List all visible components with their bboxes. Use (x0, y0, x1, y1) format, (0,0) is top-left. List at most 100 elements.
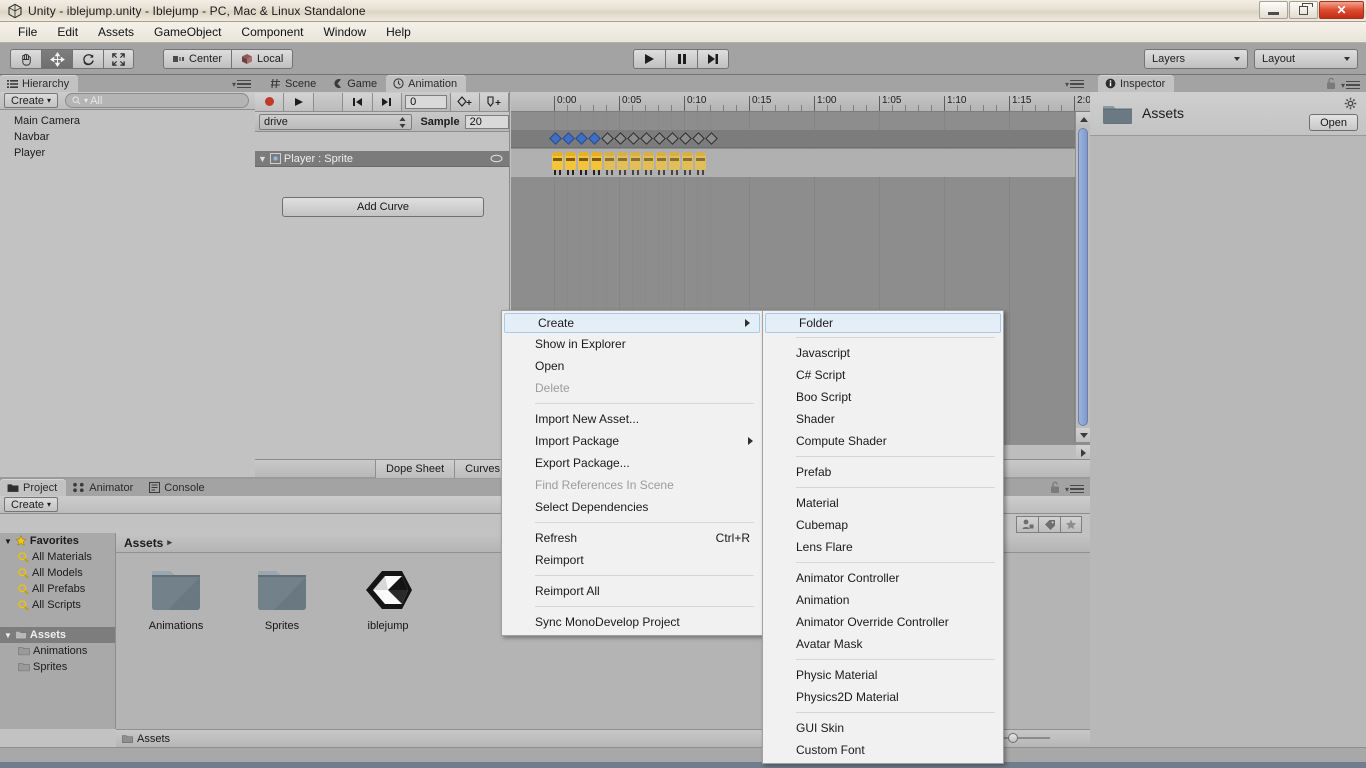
timeline-vertical-scrollbar[interactable] (1075, 112, 1090, 442)
hierarchy-item-main-camera[interactable]: Main Camera (0, 113, 255, 129)
layout-dropdown[interactable]: Layout (1254, 49, 1358, 69)
submenu-item-boo-script[interactable]: Boo Script (763, 386, 1003, 408)
menu-edit[interactable]: Edit (47, 23, 88, 41)
hierarchy-item-player[interactable]: Player (0, 145, 255, 161)
submenu-item-folder[interactable]: Folder (765, 313, 1001, 333)
submenu-item-animator-override-controller[interactable]: Animator Override Controller (763, 611, 1003, 633)
favorite-all-models[interactable]: All Models (0, 565, 115, 581)
submenu-item-avatar-mask[interactable]: Avatar Mask (763, 633, 1003, 655)
prev-keyframe-button[interactable] (343, 93, 372, 111)
hierarchy-create-button[interactable]: Create ▾ (4, 93, 58, 108)
favorites-group-header[interactable]: ▼ Favorites (0, 533, 115, 549)
project-create-button[interactable]: Create ▾ (4, 497, 58, 512)
tab-inspector[interactable]: Inspector (1098, 75, 1174, 92)
breadcrumb-label[interactable]: Assets (124, 536, 163, 550)
hand-tool-button[interactable] (10, 49, 41, 69)
submenu-item-animator-controller[interactable]: Animator Controller (763, 567, 1003, 589)
inspector-lock-toggle[interactable] (1326, 77, 1336, 93)
tab-hierarchy[interactable]: Hierarchy (0, 75, 78, 92)
next-keyframe-button[interactable] (373, 93, 402, 111)
scrollbar-thumb[interactable] (1078, 128, 1088, 426)
menu-help[interactable]: Help (376, 23, 421, 41)
close-button[interactable]: ✕ (1319, 1, 1364, 19)
submenu-item-lens-flare[interactable]: Lens Flare (763, 536, 1003, 558)
move-tool-button[interactable] (41, 49, 72, 69)
eye-icon[interactable] (490, 154, 503, 163)
menu-assets[interactable]: Assets (88, 23, 144, 41)
scroll-down-arrow[interactable] (1076, 428, 1090, 442)
asset-item-sprites[interactable]: Sprites (246, 567, 318, 729)
hierarchy-search-input[interactable]: ▾ All (65, 93, 249, 108)
scroll-up-arrow[interactable] (1076, 112, 1090, 126)
inspector-gear-button[interactable] (1344, 97, 1357, 113)
context-item-reimport[interactable]: Reimport (502, 549, 762, 571)
tab-game[interactable]: Game (325, 75, 386, 92)
animation-panel-menu[interactable]: ▾ (1065, 77, 1084, 91)
submenu-item-material[interactable]: Material (763, 492, 1003, 514)
project-lock-toggle[interactable] (1050, 481, 1060, 497)
context-item-select-dependencies[interactable]: Select Dependencies (502, 496, 762, 518)
rotate-tool-button[interactable] (72, 49, 103, 69)
play-button[interactable] (633, 49, 665, 69)
sprite-keyframe-row[interactable] (511, 149, 1090, 177)
submenu-item-cubemap[interactable]: Cubemap (763, 514, 1003, 536)
context-item-sync-monodevelop[interactable]: Sync MonoDevelop Project (502, 611, 762, 633)
slider-knob[interactable] (1008, 733, 1018, 743)
submenu-item-physic-material[interactable]: Physic Material (763, 664, 1003, 686)
animation-clip-selector[interactable]: drive (259, 114, 412, 130)
space-button[interactable]: Local (231, 49, 293, 69)
minimize-button[interactable] (1259, 1, 1288, 19)
submenu-item-animation[interactable]: Animation (763, 589, 1003, 611)
timeline-ruler[interactable]: 0:00 0:05 0:10 0:15 1:00 1:05 1:10 1:15 … (511, 92, 1090, 112)
step-button[interactable] (697, 49, 729, 69)
favorite-all-materials[interactable]: All Materials (0, 549, 115, 565)
submenu-item-prefab[interactable]: Prefab (763, 461, 1003, 483)
tab-animation[interactable]: Animation (386, 75, 466, 92)
record-button[interactable] (255, 93, 284, 111)
context-item-create[interactable]: Create (504, 313, 760, 333)
project-tree-sprites[interactable]: Sprites (0, 659, 115, 675)
inspector-panel-menu[interactable]: ▾ (1341, 78, 1360, 92)
context-item-show-in-explorer[interactable]: Show in Explorer (502, 333, 762, 355)
menu-gameobject[interactable]: GameObject (144, 23, 231, 41)
submenu-item-javascript[interactable]: Javascript (763, 342, 1003, 364)
hierarchy-panel-menu[interactable]: ▾ (232, 77, 251, 91)
context-item-import-new-asset[interactable]: Import New Asset... (502, 408, 762, 430)
add-keyframe-button[interactable] (450, 93, 480, 111)
tab-scene[interactable]: Scene (263, 75, 325, 92)
scale-tool-button[interactable] (103, 49, 134, 69)
add-event-button[interactable] (480, 93, 509, 111)
menu-window[interactable]: Window (313, 23, 376, 41)
tab-project[interactable]: Project (0, 479, 66, 496)
context-item-export-package[interactable]: Export Package... (502, 452, 762, 474)
filter-by-type-button[interactable] (1016, 516, 1038, 533)
sample-rate-input[interactable]: 20 (465, 115, 509, 129)
submenu-item-gui-skin[interactable]: GUI Skin (763, 717, 1003, 739)
submenu-item-csharp-script[interactable]: C# Script (763, 364, 1003, 386)
tab-console[interactable]: Console (142, 479, 213, 496)
favorite-star-button[interactable] (1060, 516, 1082, 533)
submenu-item-custom-font[interactable]: Custom Font (763, 739, 1003, 761)
asset-item-iblejump[interactable]: iblejump (352, 567, 424, 729)
tab-dope-sheet[interactable]: Dope Sheet (375, 460, 454, 478)
context-item-open[interactable]: Open (502, 355, 762, 377)
submenu-item-shader[interactable]: Shader (763, 408, 1003, 430)
context-item-reimport-all[interactable]: Reimport All (502, 580, 762, 602)
keyframe-summary-row[interactable] (511, 130, 1090, 148)
favorite-all-prefabs[interactable]: All Prefabs (0, 581, 115, 597)
add-curve-button[interactable]: Add Curve (282, 197, 484, 217)
scroll-right-arrow[interactable] (1076, 445, 1090, 460)
hierarchy-item-navbar[interactable]: Navbar (0, 129, 255, 145)
favorite-all-scripts[interactable]: All Scripts (0, 597, 115, 613)
animation-play-button[interactable] (284, 93, 313, 111)
animation-property-row[interactable]: ▼ Player : Sprite (255, 151, 509, 167)
pivot-button[interactable]: Center (163, 49, 231, 69)
submenu-item-physics2d-material[interactable]: Physics2D Material (763, 686, 1003, 708)
asset-item-animations[interactable]: Animations (140, 567, 212, 729)
project-tree-assets[interactable]: ▼ Assets (0, 627, 115, 643)
layers-dropdown[interactable]: Layers (1144, 49, 1248, 69)
menu-file[interactable]: File (8, 23, 47, 41)
menu-component[interactable]: Component (231, 23, 313, 41)
restore-button[interactable] (1289, 1, 1318, 19)
inspector-open-button[interactable]: Open (1309, 114, 1358, 131)
